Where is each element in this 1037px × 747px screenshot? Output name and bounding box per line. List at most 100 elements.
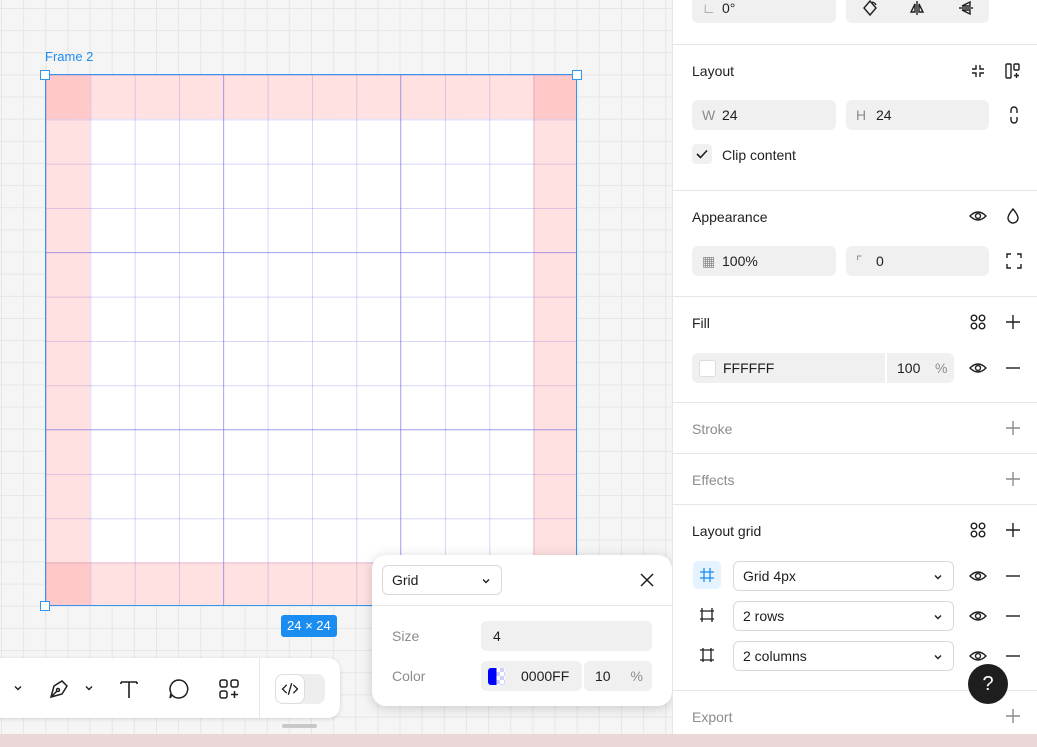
comment-tool-icon[interactable] xyxy=(166,676,192,702)
chevron-down-icon xyxy=(934,575,942,580)
fill-field-divider xyxy=(885,353,887,383)
grid-size-input[interactable]: 4 xyxy=(481,621,652,651)
check-icon xyxy=(696,149,708,159)
chevron-down-icon xyxy=(934,655,942,660)
columns-dropdown-label: 2 columns xyxy=(743,648,807,664)
columns-dropdown[interactable]: 2 columns xyxy=(733,641,954,671)
eye-icon[interactable] xyxy=(967,205,989,227)
width-value[interactable]: 24 xyxy=(722,100,738,130)
toolbar-divider xyxy=(259,658,260,718)
rows-settings-icon[interactable] xyxy=(693,601,721,629)
fill-color-input[interactable]: FFFFFF 100 % xyxy=(692,353,954,383)
effects-title: Effects xyxy=(692,472,735,488)
eye-icon[interactable] xyxy=(967,565,989,587)
transform-buttons xyxy=(846,0,989,23)
rotation-input[interactable]: ∟ 0° xyxy=(692,0,836,23)
actions-tool-icon[interactable] xyxy=(216,676,242,702)
eye-icon[interactable] xyxy=(967,605,989,627)
grid-row-margin-top xyxy=(46,75,576,119)
grid-center-horizontal xyxy=(46,252,576,253)
frame-label[interactable]: Frame 2 xyxy=(45,49,93,64)
stroke-section: Stroke xyxy=(673,402,1037,453)
grid-color-hex[interactable]: 0000FF xyxy=(521,661,569,691)
grid-opacity-value[interactable]: 10 xyxy=(595,661,611,691)
angle-icon: ∟ xyxy=(702,0,716,16)
height-input[interactable]: H 24 xyxy=(846,100,989,130)
layer-opacity-input[interactable]: ▦ 100% xyxy=(692,246,836,276)
grid-col-margin-right xyxy=(533,75,576,605)
grid-dropdown[interactable]: Grid 4px xyxy=(733,561,954,591)
rotate-icon[interactable] xyxy=(859,0,881,19)
collapse-icon[interactable] xyxy=(967,60,989,82)
height-value[interactable]: 24 xyxy=(876,100,892,130)
layer-opacity-value[interactable]: 100% xyxy=(722,246,758,276)
styles-icon[interactable] xyxy=(967,311,989,333)
pen-tool-icon[interactable] xyxy=(46,676,72,702)
fill-opacity[interactable]: 100 xyxy=(897,353,920,383)
corner-radius-value[interactable]: 0 xyxy=(876,246,884,276)
add-layout-grid-icon[interactable] xyxy=(1002,519,1024,541)
constrain-proportions-icon[interactable] xyxy=(1003,104,1025,126)
remove-columns-icon[interactable] xyxy=(1002,645,1024,667)
corner-radius-icon: ⌜ xyxy=(856,253,863,269)
color-label: Color xyxy=(392,668,426,684)
size-label: Size xyxy=(392,628,420,644)
width-input[interactable]: W 24 xyxy=(692,100,836,130)
flip-vertical-icon[interactable] xyxy=(955,0,977,19)
export-title: Export xyxy=(692,709,733,725)
help-button[interactable]: ? xyxy=(968,664,1008,704)
remove-fill-icon[interactable] xyxy=(1002,357,1024,379)
styles-icon[interactable] xyxy=(967,519,989,541)
grid-opacity-input[interactable]: 10 % xyxy=(584,661,652,691)
add-export-icon[interactable] xyxy=(1002,705,1024,727)
resize-handle-top-left[interactable] xyxy=(40,70,50,80)
layout-section: Layout W 24 H 24 Clip content xyxy=(673,44,1037,190)
clip-content-label[interactable]: Clip content xyxy=(722,147,796,163)
corner-radius-input[interactable]: ⌜ 0 xyxy=(846,246,989,276)
blend-mode-icon[interactable] xyxy=(1002,205,1024,227)
remove-grid-icon[interactable] xyxy=(1002,565,1024,587)
independent-corners-icon[interactable] xyxy=(1003,250,1025,272)
columns-settings-icon[interactable] xyxy=(693,641,721,669)
grid-type-select[interactable]: Grid xyxy=(382,565,502,595)
rotation-value[interactable]: 0° xyxy=(722,0,735,23)
auto-layout-icon[interactable] xyxy=(1002,60,1024,82)
chevron-down-icon xyxy=(482,579,490,584)
layout-title: Layout xyxy=(692,63,735,79)
grid-settings-icon[interactable] xyxy=(693,561,721,589)
remove-rows-icon[interactable] xyxy=(1002,605,1024,627)
eye-icon[interactable] xyxy=(967,357,989,379)
height-prefix: H xyxy=(856,107,867,123)
dev-mode-toggle[interactable] xyxy=(275,674,325,704)
grid-center-vertical xyxy=(223,75,224,605)
clip-content-checkbox[interactable] xyxy=(692,144,712,164)
close-icon[interactable] xyxy=(637,570,657,590)
flip-horizontal-icon[interactable] xyxy=(906,0,928,19)
horizontal-scrollbar[interactable] xyxy=(282,724,317,728)
properties-panel: ∟ 0° Layout W 24 H 24 Clip content Appea… xyxy=(672,0,1037,734)
chevron-down-icon[interactable] xyxy=(13,683,23,693)
code-icon xyxy=(275,674,305,704)
taskbar xyxy=(0,734,1037,747)
resize-handle-bottom-left[interactable] xyxy=(40,601,50,611)
grid-center-horizontal-2 xyxy=(46,429,576,430)
add-effect-icon[interactable] xyxy=(1002,468,1024,490)
grid-dropdown-label: Grid 4px xyxy=(743,568,796,584)
chevron-down-icon xyxy=(934,615,942,620)
fill-swatch[interactable] xyxy=(699,360,716,377)
add-stroke-icon[interactable] xyxy=(1002,417,1024,439)
color-swatch[interactable] xyxy=(488,668,505,685)
add-fill-icon[interactable] xyxy=(1002,311,1024,333)
chevron-down-icon[interactable] xyxy=(84,683,94,693)
layout-grid-section: Layout grid Grid 4px 2 rows 2 columns xyxy=(673,504,1037,690)
fill-hex[interactable]: FFFFFF xyxy=(723,353,774,383)
frame-2[interactable] xyxy=(45,74,577,606)
bottom-toolbar xyxy=(0,658,340,718)
layout-grid-popover: Grid Size 4 Color 0000FF 10 % xyxy=(372,555,672,706)
grid-type-label: Grid xyxy=(392,572,419,588)
resize-handle-top-right[interactable] xyxy=(572,70,582,80)
rows-dropdown[interactable]: 2 rows xyxy=(733,601,954,631)
grid-col-margin-left xyxy=(46,75,90,605)
grid-color-input[interactable]: 0000FF xyxy=(481,661,582,691)
text-tool-icon[interactable] xyxy=(116,676,142,702)
